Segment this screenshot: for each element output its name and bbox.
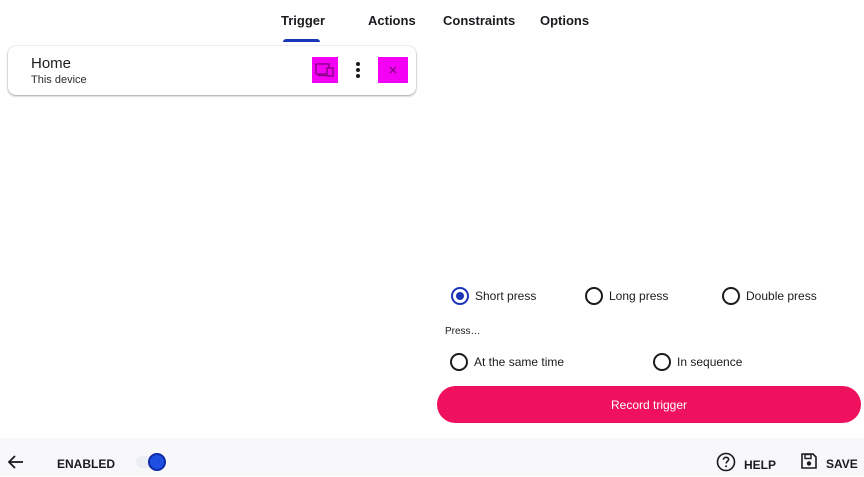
trigger-key-card[interactable]: Home This device [8, 46, 416, 95]
radio-double-press[interactable]: Double press [722, 287, 817, 305]
save-button[interactable]: SAVE [800, 452, 858, 475]
radio-indicator [585, 287, 603, 305]
back-arrow-icon[interactable] [6, 452, 26, 472]
radio-indicator [451, 287, 469, 305]
radio-label: Long press [609, 289, 669, 303]
toggle-thumb [148, 453, 166, 471]
help-button[interactable]: HELP [716, 452, 776, 477]
device-settings-icon[interactable] [312, 57, 338, 83]
active-tab-indicator [283, 39, 320, 42]
remove-icon[interactable] [378, 57, 408, 83]
radio-in-sequence[interactable]: In sequence [653, 353, 742, 371]
enabled-toggle[interactable] [132, 453, 168, 471]
radio-label: Double press [746, 289, 817, 303]
radio-label: In sequence [677, 355, 743, 369]
tab-actions[interactable]: Actions [368, 13, 416, 28]
radio-indicator [450, 353, 468, 371]
radio-label: At the same time [474, 355, 565, 369]
radio-indicator [653, 353, 671, 371]
tab-bar: Trigger Actions Constraints Options [0, 0, 864, 44]
radio-short-press[interactable]: Short press [451, 287, 536, 305]
help-icon [716, 452, 736, 477]
tab-trigger[interactable]: Trigger [281, 13, 325, 28]
record-trigger-button[interactable]: Record trigger [437, 386, 861, 423]
tab-options[interactable]: Options [540, 13, 589, 28]
enabled-label: ENABLED [57, 457, 116, 471]
help-label: HELP [744, 457, 777, 472]
trigger-key-subtitle: This device [31, 74, 87, 86]
radio-long-press[interactable]: Long press [585, 287, 668, 305]
radio-label: Short press [475, 289, 537, 303]
radio-indicator [722, 287, 740, 305]
bottom-app-bar: ENABLED HELP SAVE [0, 438, 864, 476]
press-mode-label: Press… [445, 326, 481, 337]
radio-at-same-time[interactable]: At the same time [450, 353, 564, 371]
more-vertical-icon[interactable] [352, 58, 364, 82]
save-icon [800, 452, 818, 475]
save-label: SAVE [826, 456, 858, 471]
trigger-key-title: Home [31, 55, 72, 72]
tab-constraints[interactable]: Constraints [443, 13, 515, 28]
